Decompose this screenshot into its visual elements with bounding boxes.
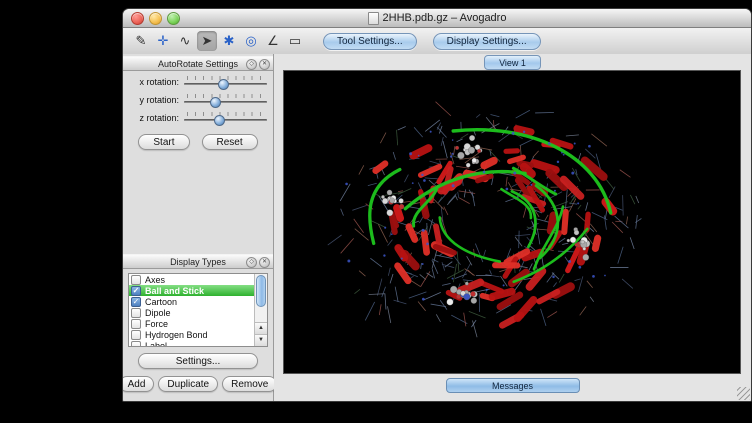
list-item-label: Axes — [145, 275, 165, 285]
panel-float-icon[interactable]: ◇ — [246, 257, 257, 268]
scroll-down-icon[interactable]: ▼ — [255, 334, 267, 346]
slider-track — [184, 119, 267, 121]
reset-button[interactable]: Reset — [202, 134, 258, 150]
checkbox[interactable] — [131, 308, 141, 318]
display-types-list: Axes Ball and Stick Cartoon Dipole — [128, 273, 268, 347]
panel-close-icon[interactable]: ✕ — [259, 59, 270, 70]
list-scrollbar[interactable]: ▲ ▼ — [254, 274, 267, 346]
list-item-label: Ball and Stick — [145, 286, 204, 296]
x-rotation-label: x rotation: — [129, 77, 184, 87]
molecule-viewport[interactable] — [283, 70, 741, 374]
align-tool-icon[interactable]: ▭ — [285, 31, 305, 51]
add-button[interactable]: Add — [122, 376, 154, 392]
panel-float-icon[interactable]: ◇ — [246, 59, 257, 70]
display-types-titlebar[interactable]: Display Types ◇ ✕ — [123, 254, 273, 269]
checkbox[interactable] — [131, 275, 141, 285]
panel-close-icon[interactable]: ✕ — [259, 257, 270, 268]
molecule-rendering — [284, 71, 740, 373]
list-item-label: Force — [145, 319, 168, 329]
navigate-tool-icon[interactable]: ✛ — [153, 31, 173, 51]
traffic-lights — [131, 12, 180, 25]
x-rotation-slider[interactable] — [184, 75, 267, 89]
y-rotation-label: y rotation: — [129, 95, 184, 105]
list-item-label-type[interactable]: Label — [129, 340, 255, 347]
draw-tool-icon[interactable]: ✎ — [131, 31, 151, 51]
resize-grip[interactable] — [737, 387, 750, 400]
display-types-panel: Display Types ◇ ✕ Axes Ball — [123, 252, 273, 392]
checkbox[interactable] — [131, 330, 141, 340]
bond-centric-tool-icon[interactable]: ∿ — [175, 31, 195, 51]
window-title-group: 2HHB.pdb.gz – Avogadro — [368, 12, 507, 25]
slider-ticks — [187, 112, 264, 116]
main-area: View 1 Messages — [274, 54, 751, 401]
checkbox[interactable] — [131, 286, 141, 296]
slider-ticks — [187, 94, 264, 98]
scrollbar-thumb[interactable] — [256, 275, 266, 307]
titlebar[interactable]: 2HHB.pdb.gz – Avogadro — [123, 9, 751, 28]
list-item-label: Hydrogen Bond — [145, 330, 208, 340]
avogadro-window: 2HHB.pdb.gz – Avogadro ✎ ✛ ∿ ➤ ✱ ◎ ∠ ▭ T… — [122, 8, 752, 402]
autorotate-panel-titlebar[interactable]: AutoRotate Settings ◇ ✕ — [123, 56, 273, 71]
auto-optimize-tool-icon[interactable]: ◎ — [241, 31, 261, 51]
list-item-label: Cartoon — [145, 297, 177, 307]
view-1-tab[interactable]: View 1 — [484, 55, 541, 70]
tool-settings-button[interactable]: Tool Settings... — [323, 33, 417, 50]
checkbox[interactable] — [131, 319, 141, 329]
selection-tool-icon[interactable]: ➤ — [197, 31, 217, 51]
slider-track — [184, 101, 267, 103]
start-button[interactable]: Start — [138, 134, 189, 150]
display-settings-button[interactable]: Display Settings... — [433, 33, 541, 50]
toolbar: ✎ ✛ ∿ ➤ ✱ ◎ ∠ ▭ Tool Settings... Display… — [123, 28, 751, 55]
x-rotation-row: x rotation: — [123, 74, 273, 89]
y-rotation-row: y rotation: — [123, 92, 273, 107]
list-item-label: Label — [145, 341, 167, 348]
left-dock: AutoRotate Settings ◇ ✕ x rotation: y ro… — [123, 54, 274, 401]
list-item-cartoon[interactable]: Cartoon — [129, 296, 255, 307]
list-item-ball-and-stick[interactable]: Ball and Stick — [129, 285, 255, 296]
messages-button[interactable]: Messages — [446, 378, 580, 393]
z-rotation-label: z rotation: — [129, 113, 184, 123]
slider-handle[interactable] — [214, 115, 225, 126]
window-title: 2HHB.pdb.gz – Avogadro — [383, 12, 507, 24]
auto-rotate-tool-icon[interactable]: ✱ — [219, 31, 239, 51]
display-type-settings-button[interactable]: Settings... — [138, 353, 258, 369]
remove-button[interactable]: Remove — [222, 376, 277, 392]
autorotate-buttons: Start Reset — [123, 134, 273, 150]
scroll-up-icon[interactable]: ▲ — [255, 322, 267, 334]
autorotate-panel-title: AutoRotate Settings — [158, 59, 238, 69]
display-types-title: Display Types — [170, 257, 226, 267]
list-item-label: Dipole — [145, 308, 171, 318]
z-rotation-slider[interactable] — [184, 111, 267, 125]
z-rotation-row: z rotation: — [123, 110, 273, 125]
duplicate-button[interactable]: Duplicate — [158, 376, 218, 392]
window-content: AutoRotate Settings ◇ ✕ x rotation: y ro… — [123, 54, 751, 401]
document-icon — [368, 12, 379, 25]
slider-handle[interactable] — [218, 79, 229, 90]
y-rotation-slider[interactable] — [184, 93, 267, 107]
slider-handle[interactable] — [210, 97, 221, 108]
measure-tool-icon[interactable]: ∠ — [263, 31, 283, 51]
list-item-hydrogen-bond[interactable]: Hydrogen Bond — [129, 329, 255, 340]
checkbox[interactable] — [131, 297, 141, 307]
zoom-window-icon[interactable] — [167, 12, 180, 25]
list-item-axes[interactable]: Axes — [129, 274, 255, 285]
minimize-window-icon[interactable] — [149, 12, 162, 25]
close-window-icon[interactable] — [131, 12, 144, 25]
checkbox[interactable] — [131, 341, 141, 348]
list-item-dipole[interactable]: Dipole — [129, 307, 255, 318]
list-item-force[interactable]: Force — [129, 318, 255, 329]
